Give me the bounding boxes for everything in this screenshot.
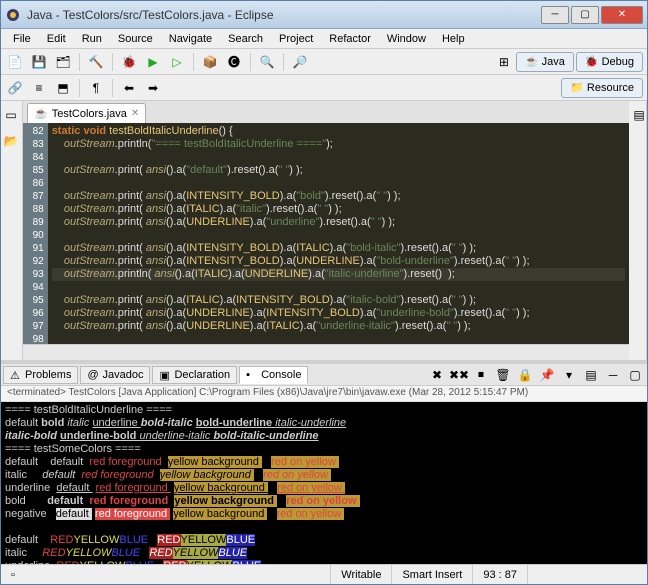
console-icon: ▪ <box>246 369 258 381</box>
new-package-icon[interactable]: 📦 <box>200 52 220 72</box>
declaration-icon: ▣ <box>159 369 171 381</box>
menu-source[interactable]: Source <box>110 31 161 47</box>
tab-declaration[interactable]: ▣Declaration <box>152 366 237 384</box>
eclipse-icon <box>5 7 21 23</box>
statusbar: ▫ Writable Smart Insert 93 : 87 <box>1 564 647 584</box>
main-toolbar: 📄 💾 🗂 🔨 🐞 ▶ ▷ 📦 🅒 🔍 🔎 ⊞ ☕Java 🐞Debug <box>1 49 647 75</box>
minimize-view-icon[interactable]: ─ <box>603 365 623 385</box>
bug-icon: 🐞 <box>585 55 599 68</box>
maximize-button[interactable]: ▢ <box>571 6 599 24</box>
editor-tab[interactable]: ☕ TestColors.java ✕ <box>27 103 146 123</box>
menu-run[interactable]: Run <box>74 31 110 47</box>
run-last-icon[interactable]: ▷ <box>167 52 187 72</box>
menu-search[interactable]: Search <box>220 31 271 47</box>
line-numbers: 828384858687888990919293949596979899100 <box>23 123 48 344</box>
minimize-button[interactable]: ─ <box>541 6 569 24</box>
bottom-panel: ⚠Problems @Javadoc ▣Declaration ▪Console… <box>1 364 647 564</box>
perspective-debug[interactable]: 🐞Debug <box>576 52 643 72</box>
tab-console[interactable]: ▪Console <box>239 366 308 384</box>
status-insert: Smart Insert <box>391 565 472 584</box>
separator <box>79 79 80 97</box>
perspective-switcher: ⊞ ☕Java 🐞Debug <box>494 52 643 72</box>
perspective-java[interactable]: ☕Java <box>516 52 574 72</box>
save-all-icon[interactable]: 🗂 <box>53 52 73 72</box>
bottom-tabbar: ⚠Problems @Javadoc ▣Declaration ▪Console… <box>1 364 647 386</box>
editor-tab-label: TestColors.java <box>52 108 127 120</box>
mark-occurrences-icon[interactable]: ⬒ <box>53 78 73 98</box>
code-editor[interactable]: 828384858687888990919293949596979899100 … <box>23 123 629 344</box>
separator <box>250 53 251 71</box>
separator <box>79 53 80 71</box>
package-explorer-icon[interactable]: 📂 <box>1 131 21 151</box>
javadoc-icon: @ <box>87 369 99 381</box>
problems-icon: ⚠ <box>10 369 22 381</box>
restore-icon[interactable]: ▭ <box>1 105 21 125</box>
editor-tabbar: ☕ TestColors.java ✕ <box>23 101 629 123</box>
menu-file[interactable]: File <box>5 31 39 47</box>
new-class-icon[interactable]: 🅒 <box>224 52 244 72</box>
maximize-view-icon[interactable]: ▢ <box>625 365 645 385</box>
editor-area: ▭ 📂 ☕ TestColors.java ✕ 8283848586878889… <box>1 101 647 360</box>
window-title: Java - TestColors/src/TestColors.java - … <box>27 8 539 22</box>
save-icon[interactable]: 💾 <box>29 52 49 72</box>
toggle-breadcrumb-icon[interactable]: ≡ <box>29 78 49 98</box>
new-icon[interactable]: 📄 <box>5 52 25 72</box>
menu-help[interactable]: Help <box>434 31 473 47</box>
status-icon: ▫ <box>1 565 31 584</box>
separator <box>112 53 113 71</box>
perspective-resource[interactable]: 📁Resource <box>561 78 643 98</box>
tab-javadoc[interactable]: @Javadoc <box>80 366 150 384</box>
build-icon[interactable]: 🔨 <box>86 52 106 72</box>
menubar: File Edit Run Source Navigate Search Pro… <box>1 29 647 49</box>
outline-icon[interactable]: ▤ <box>629 105 647 125</box>
open-type-icon[interactable]: 🔍 <box>257 52 277 72</box>
back-icon[interactable]: ⬅ <box>119 78 139 98</box>
close-button[interactable]: ✕ <box>601 6 643 24</box>
console-output[interactable]: ==== testBoldItalicUnderline ====default… <box>1 402 647 564</box>
right-trim: ▤ <box>629 101 647 360</box>
run-icon[interactable]: ▶ <box>143 52 163 72</box>
open-console-icon[interactable]: ▤ <box>581 365 601 385</box>
clear-console-icon[interactable]: 🗑 <box>493 365 513 385</box>
menu-window[interactable]: Window <box>379 31 434 47</box>
horizontal-scrollbar[interactable] <box>23 344 629 360</box>
link-icon[interactable]: 🔗 <box>5 78 25 98</box>
forward-icon[interactable]: ➡ <box>143 78 163 98</box>
search-icon[interactable]: 🔎 <box>290 52 310 72</box>
tab-problems[interactable]: ⚠Problems <box>3 366 78 384</box>
left-trim: ▭ 📂 <box>1 101 23 360</box>
code-content[interactable]: static void testBoldItalicUnderline() { … <box>48 123 629 344</box>
folder-icon: 📁 <box>570 81 584 94</box>
java-file-icon: ☕ <box>34 107 48 120</box>
separator <box>193 53 194 71</box>
menu-navigate[interactable]: Navigate <box>161 31 220 47</box>
menu-edit[interactable]: Edit <box>39 31 74 47</box>
status-position: 93 : 87 <box>472 565 527 584</box>
display-console-icon[interactable]: ▾ <box>559 365 579 385</box>
editor-stack: ☕ TestColors.java ✕ 82838485868788899091… <box>23 101 629 360</box>
menu-project[interactable]: Project <box>271 31 321 47</box>
eclipse-window: Java - TestColors/src/TestColors.java - … <box>0 0 648 585</box>
titlebar[interactable]: Java - TestColors/src/TestColors.java - … <box>1 1 647 29</box>
open-perspective-icon[interactable]: ⊞ <box>494 52 514 72</box>
status-writable: Writable <box>330 565 391 584</box>
close-tab-icon[interactable]: ✕ <box>131 108 139 119</box>
scroll-lock-icon[interactable]: 🔒 <box>515 365 535 385</box>
java-icon: ☕ <box>525 55 539 68</box>
pin-console-icon[interactable]: 📌 <box>537 365 557 385</box>
remove-launch-icon[interactable]: ✖ <box>427 365 447 385</box>
console-toolbar: ✖ ✖✖ ⏹ 🗑 🔒 📌 ▾ ▤ ─ ▢ <box>427 365 645 385</box>
secondary-toolbar: 🔗 ≡ ⬒ ¶ ⬅ ➡ 📁Resource <box>1 75 647 101</box>
debug-icon[interactable]: 🐞 <box>119 52 139 72</box>
separator <box>283 53 284 71</box>
separator <box>112 79 113 97</box>
remove-all-icon[interactable]: ✖✖ <box>449 365 469 385</box>
show-whitespace-icon[interactable]: ¶ <box>86 78 106 98</box>
menu-refactor[interactable]: Refactor <box>321 31 379 47</box>
console-process-label: <terminated> TestColors [Java Applicatio… <box>1 386 647 402</box>
terminate-icon[interactable]: ⏹ <box>471 365 491 385</box>
